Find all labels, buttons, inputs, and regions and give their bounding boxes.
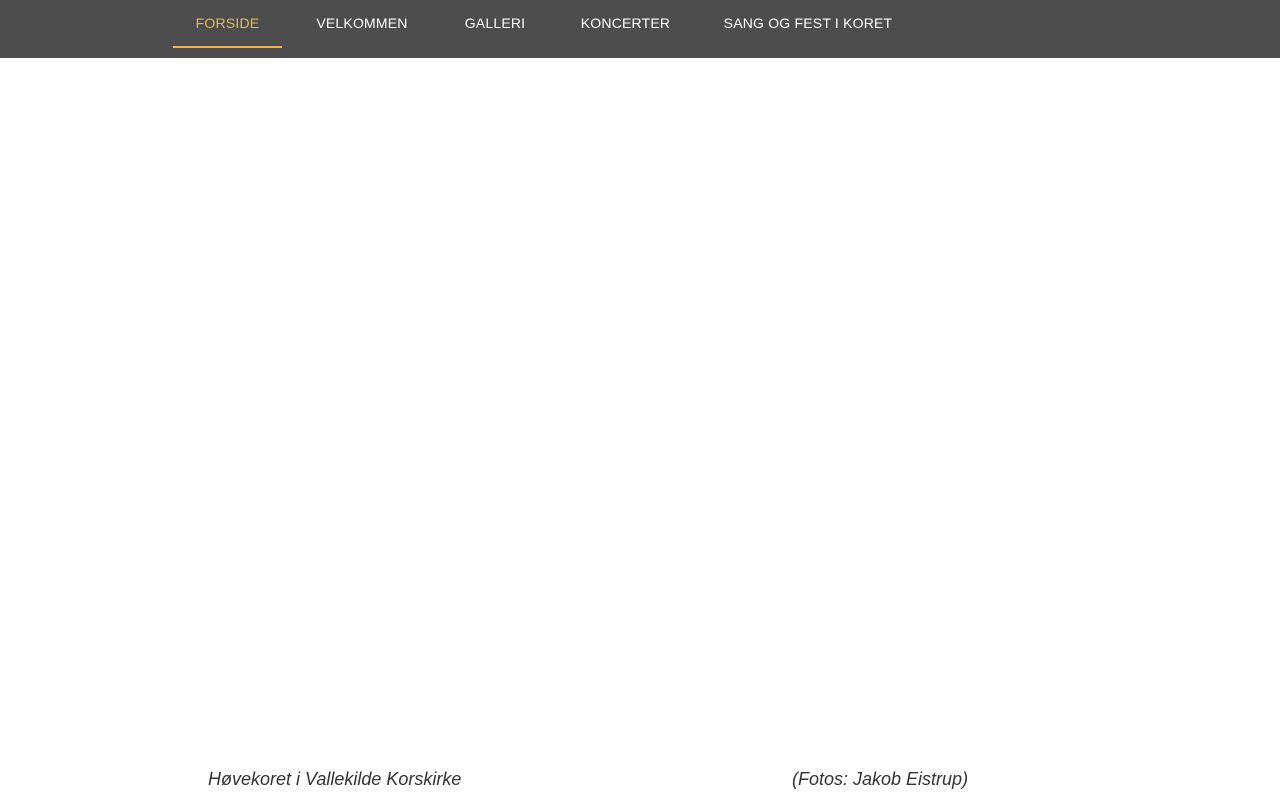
main-navigation: FORSIDE VELKOMMEN GALLERI KONCERTER SANG… xyxy=(0,0,1280,58)
nav-item-sang-og-fest-i-koret[interactable]: SANG OG FEST I KORET xyxy=(713,0,903,46)
photo-caption: Høvekoret i Vallekilde Korskirke xyxy=(208,769,462,789)
photo-credit: (Fotos: Jakob Eistrup) xyxy=(792,769,969,789)
nav-item-label: FORSIDE xyxy=(195,15,260,31)
nav-item-velkommen[interactable]: VELKOMMEN xyxy=(307,0,417,46)
nav-item-forside[interactable]: FORSIDE xyxy=(173,0,282,48)
nav-item-label: GALLERI xyxy=(464,15,526,31)
nav-item-label: VELKOMMEN xyxy=(316,15,408,31)
nav-item-galleri[interactable]: GALLERI xyxy=(452,0,538,46)
nav-item-label: KONCERTER xyxy=(580,15,671,31)
hero-image-area xyxy=(0,58,1280,748)
nav-item-koncerter[interactable]: KONCERTER xyxy=(568,0,683,46)
nav-item-label: SANG OG FEST I KORET xyxy=(723,15,893,31)
top-navigation-bar: FORSIDE VELKOMMEN GALLERI KONCERTER SANG… xyxy=(0,0,1280,58)
